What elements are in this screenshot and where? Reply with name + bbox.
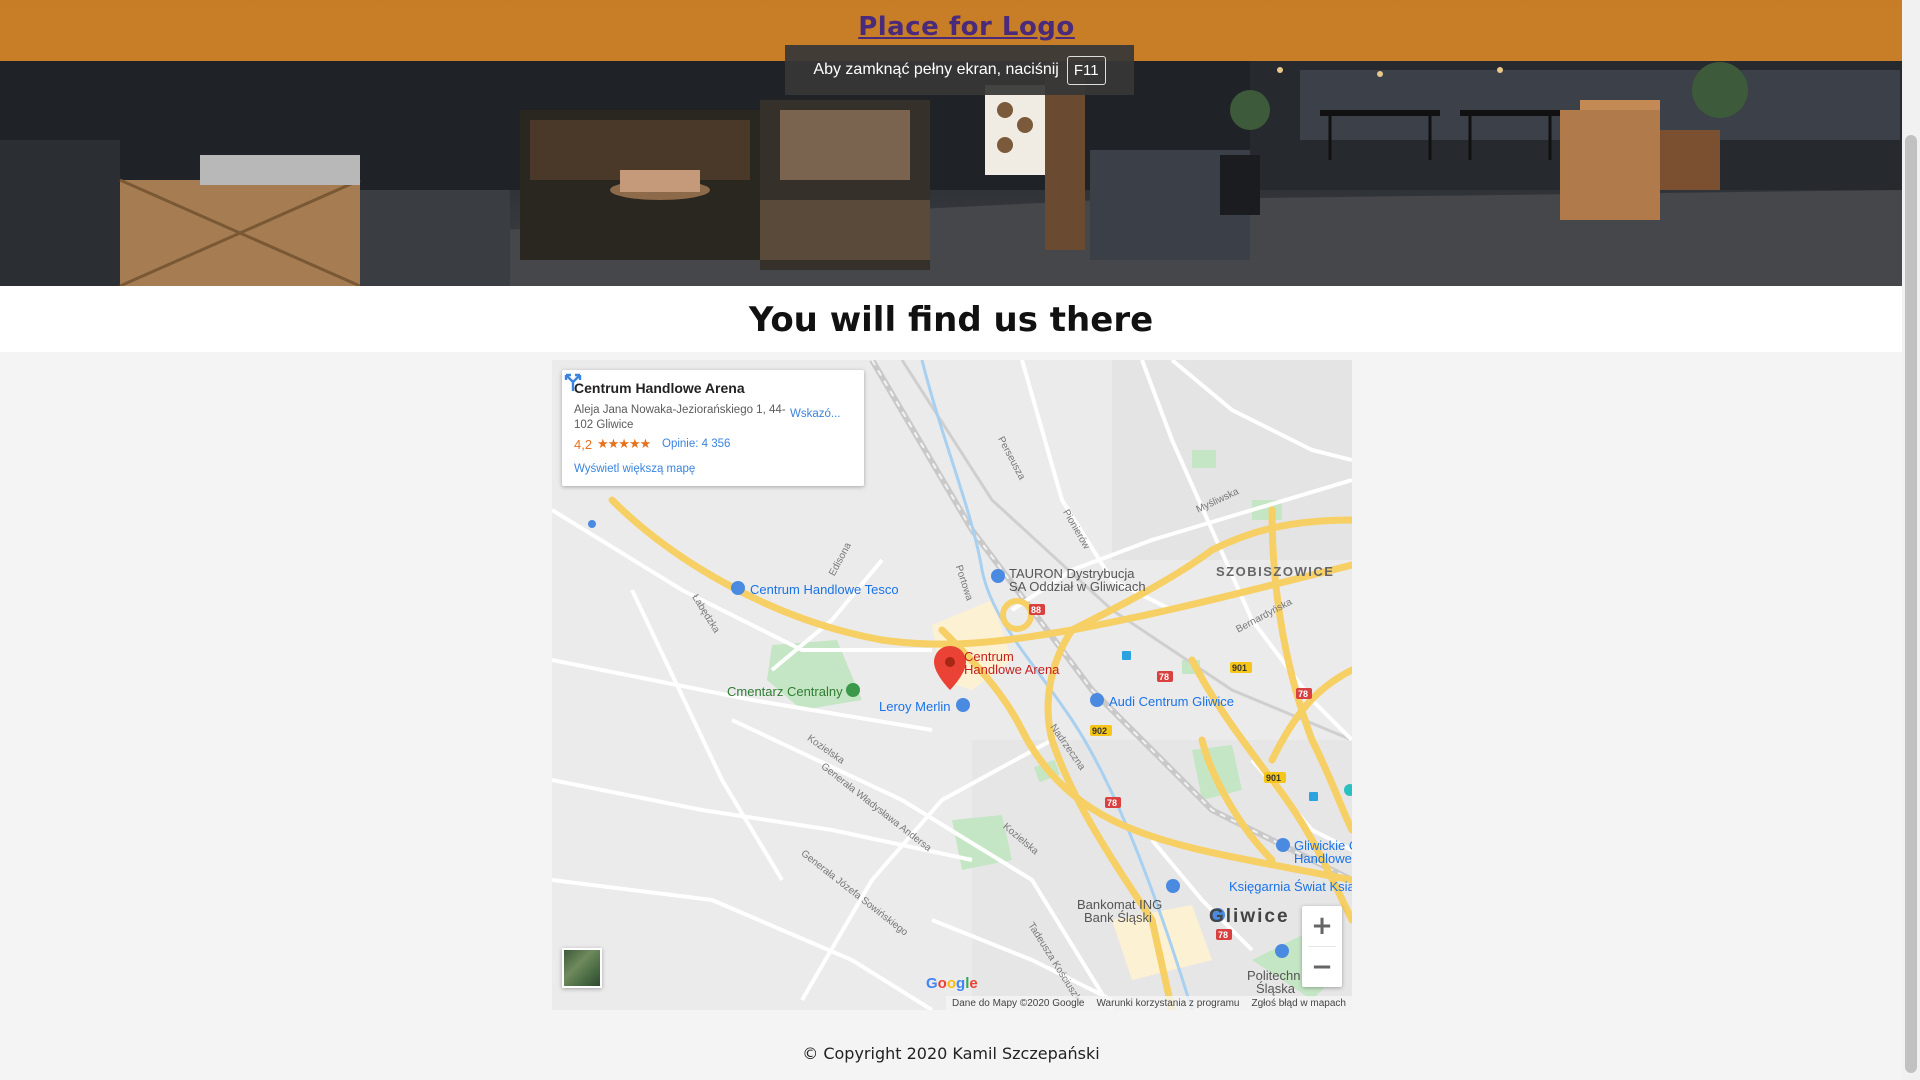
place-address: Aleja Jana Nowaka-Jeziorańskiego 1, 44-1… [574, 404, 786, 431]
label-szobiszowice: SZOBISZOWICE [1216, 564, 1335, 579]
zoom-out-button[interactable]: − [1302, 947, 1342, 987]
page-scrollbar[interactable] [1902, 0, 1920, 1080]
map-attribution: Dane do Mapy ©2020 Google Warunki korzys… [946, 996, 1352, 1010]
label-politechnika-2[interactable]: Śląska [1256, 981, 1295, 996]
road-78d: 78 [1218, 930, 1228, 940]
road-78a: 78 [1159, 672, 1169, 682]
attribution-data: Dane do Mapy ©2020 Google [952, 997, 1085, 1009]
label-arena-2[interactable]: Handlowe Arena [964, 663, 1059, 677]
place-rating: 4,2 [574, 437, 593, 452]
report-error-link[interactable]: Zgłoś błąd w mapach [1252, 998, 1347, 1009]
zoom-controls: + − [1302, 906, 1342, 987]
zoom-in-button[interactable]: + [1302, 906, 1342, 946]
fullscreen-notice: Aby zamknąć pełny ekran, naciśnij F11 [785, 45, 1134, 95]
label-tesco[interactable]: Centrum Handlowe Tesco [750, 582, 899, 597]
label-bankomat-2[interactable]: Bank Śląski [1084, 910, 1152, 925]
directions-icon[interactable] [562, 370, 584, 392]
reviews-link[interactable]: Opinie: 4 356 [662, 438, 730, 450]
hero-banner: Place for Logo Aby zamknąć pełny ekran, … [0, 0, 1902, 286]
rating-stars-icon: ★★★★★ [597, 436, 651, 451]
google-map[interactable]: 88 78 78 78 78 901 901 902 Centrum Handl… [552, 360, 1352, 1010]
road-901a: 901 [1232, 663, 1247, 673]
terms-link[interactable]: Warunki korzystania z programu [1096, 998, 1239, 1009]
directions-link[interactable]: Wskazó... [790, 408, 840, 420]
road-902: 902 [1092, 726, 1107, 736]
road-88: 88 [1031, 605, 1041, 615]
label-cmentarz[interactable]: Cmentarz Centralny [727, 684, 843, 699]
section-title: You will find us there [748, 300, 1154, 340]
road-901b: 901 [1266, 773, 1281, 783]
place-info-card: Centrum Handlowe Arena Aleja Jana Nowaka… [562, 370, 864, 486]
fullscreen-key: F11 [1066, 55, 1106, 85]
place-name: Centrum Handlowe Arena [574, 380, 745, 396]
logo-link[interactable]: Place for Logo [0, 12, 1902, 42]
label-leroy[interactable]: Leroy Merlin [879, 699, 951, 714]
footer-copyright: © Copyright 2020 Kamil Szczepański [802, 1044, 1100, 1063]
label-gliwickie-2[interactable]: Handlowe [1294, 851, 1352, 866]
road-78b: 78 [1298, 689, 1308, 699]
label-gliwice: Gliwice [1209, 906, 1290, 927]
larger-map-link[interactable]: Wyświetl większą mapę [574, 463, 695, 475]
fullscreen-notice-text: Aby zamknąć pełny ekran, naciśnij [813, 61, 1059, 78]
satellite-toggle-button[interactable] [562, 948, 602, 988]
label-audi[interactable]: Audi Centrum Gliwice [1109, 694, 1234, 709]
label-ksiegarnia[interactable]: Księgarnia Świat Ksią [1229, 879, 1352, 894]
scrollbar-thumb[interactable] [1905, 135, 1917, 1073]
road-78c: 78 [1107, 798, 1117, 808]
google-logo: Google [926, 975, 978, 992]
label-tauron-2[interactable]: SA Oddział w Gliwicach [1009, 579, 1146, 594]
